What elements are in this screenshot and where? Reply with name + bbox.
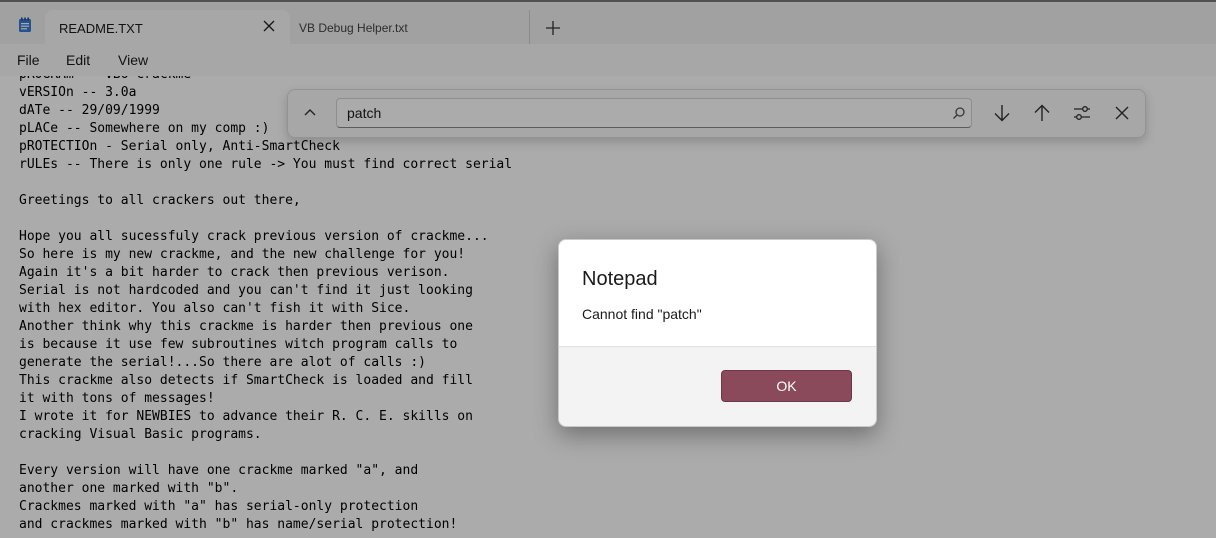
dialog-title: Notepad [582, 268, 658, 290]
ok-button[interactable]: OK [721, 370, 852, 402]
dialog-body: Notepad Cannot find "patch" [559, 240, 876, 347]
dialog-message: Cannot find "patch" [582, 306, 702, 322]
message-dialog: Notepad Cannot find "patch" OK [558, 239, 877, 427]
notepad-window: README.TXT VB Debug Helper.txt File Edit… [0, 0, 1216, 538]
